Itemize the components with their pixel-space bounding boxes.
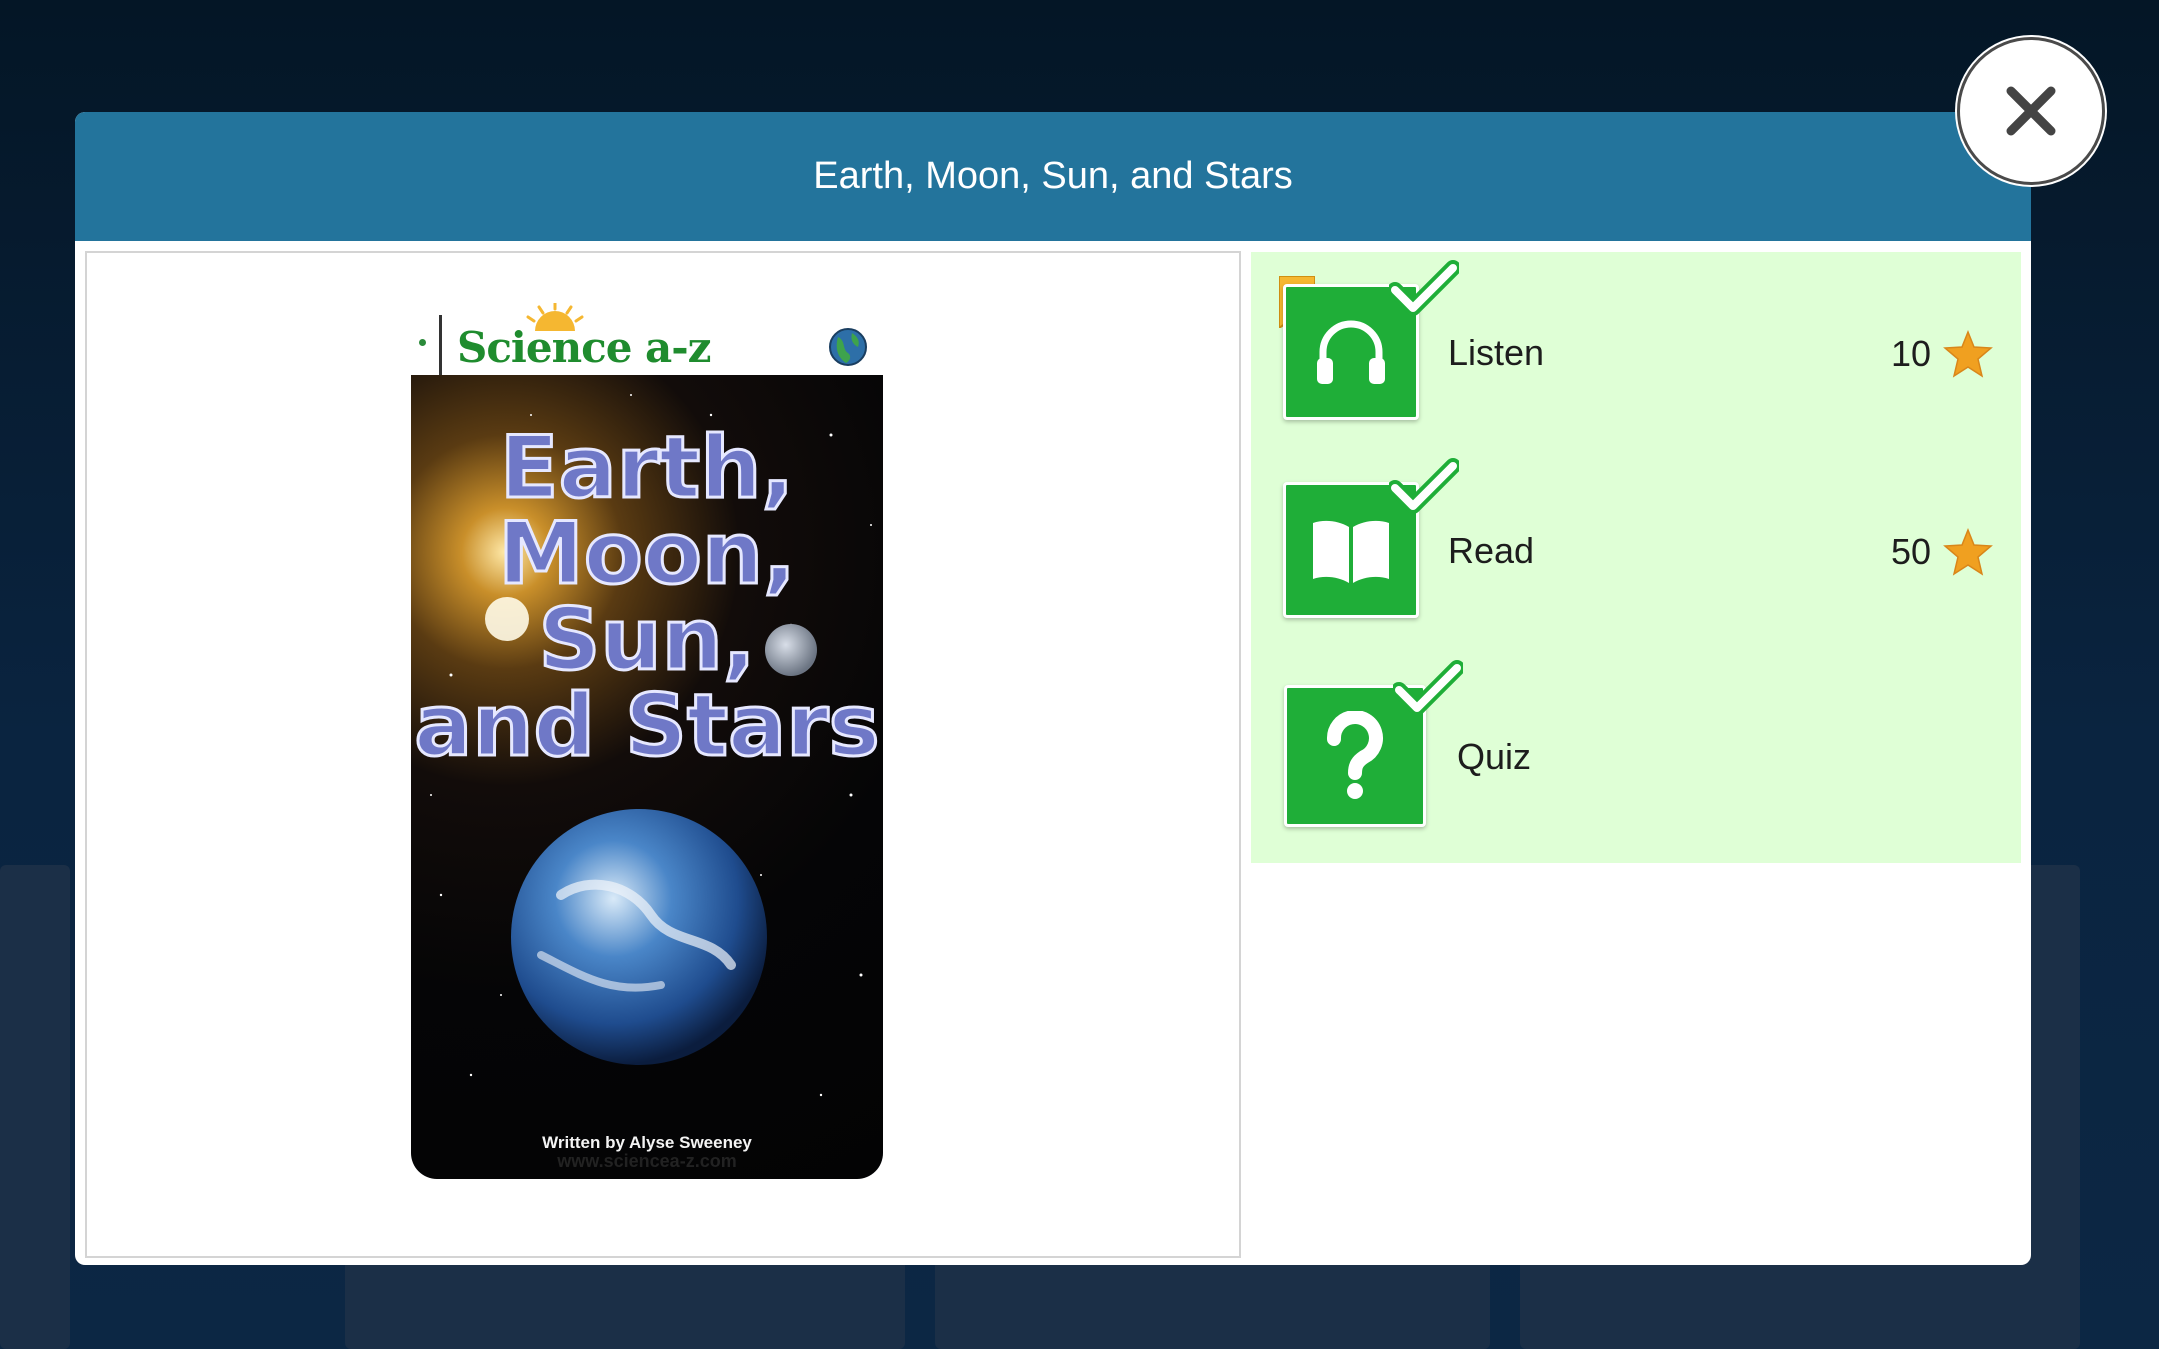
- book-cover-art: Earth, Moon, Sun, and Stars Written by A…: [411, 375, 883, 1179]
- brand-bar: [439, 315, 442, 375]
- book-cover-panel: Science a-z Earth, Moon, Sun, and Stars …: [85, 251, 1241, 1258]
- book-brand-row: Science a-z: [407, 303, 887, 375]
- activity-label: Read: [1448, 530, 1535, 571]
- book-brand: Science a-z: [457, 323, 712, 372]
- star-icon: [1943, 330, 1993, 378]
- book-cover-title: Earth, Moon, Sun, and Stars: [411, 418, 883, 776]
- activity-read[interactable]: Read 50: [1251, 452, 2021, 652]
- star-reward: 50: [1891, 528, 1993, 576]
- star-icon: [1943, 528, 1993, 576]
- star-count: 10: [1890, 333, 1931, 374]
- activity-list: Listen 10 Read 50 Quiz: [1251, 252, 2021, 863]
- star-reward: 10: [1891, 330, 1993, 378]
- checkmark-icon: [1389, 260, 1459, 316]
- modal-header: Earth, Moon, Sun, and Stars: [75, 112, 2031, 241]
- checkmark-icon: [1393, 660, 1463, 716]
- question-mark-icon: [1327, 711, 1383, 799]
- cover-title-line: Moon,: [497, 504, 798, 604]
- activity-listen[interactable]: Listen 10: [1251, 252, 2021, 452]
- background-card: [0, 865, 70, 1349]
- activity-quiz[interactable]: Quiz: [1251, 652, 2021, 863]
- globe-icon: [829, 328, 867, 366]
- cover-title-line: Sun,: [537, 590, 757, 690]
- activity-label: Listen: [1448, 332, 1545, 373]
- modal-title: Earth, Moon, Sun, and Stars: [813, 155, 1293, 197]
- close-icon: [2006, 86, 2056, 136]
- headphones-icon: [1317, 320, 1385, 384]
- book-icon: [1313, 520, 1389, 583]
- checkmark-icon: [1389, 458, 1459, 514]
- brand-dot: [419, 339, 426, 346]
- book-url: www.sciencea-z.com: [557, 1151, 737, 1171]
- close-button[interactable]: [1957, 37, 2105, 185]
- cover-title-line: Earth,: [498, 418, 795, 518]
- book-cover[interactable]: Science a-z Earth, Moon, Sun, and Stars …: [407, 303, 887, 1183]
- book-activity-modal: Earth, Moon, Sun, and Stars Science a-z: [75, 112, 2031, 1265]
- star-count: 50: [1890, 531, 1931, 572]
- cover-title-line: and Stars: [413, 676, 881, 776]
- book-author: Written by Alyse Sweeney: [542, 1133, 752, 1152]
- activity-label: Quiz: [1457, 736, 1532, 777]
